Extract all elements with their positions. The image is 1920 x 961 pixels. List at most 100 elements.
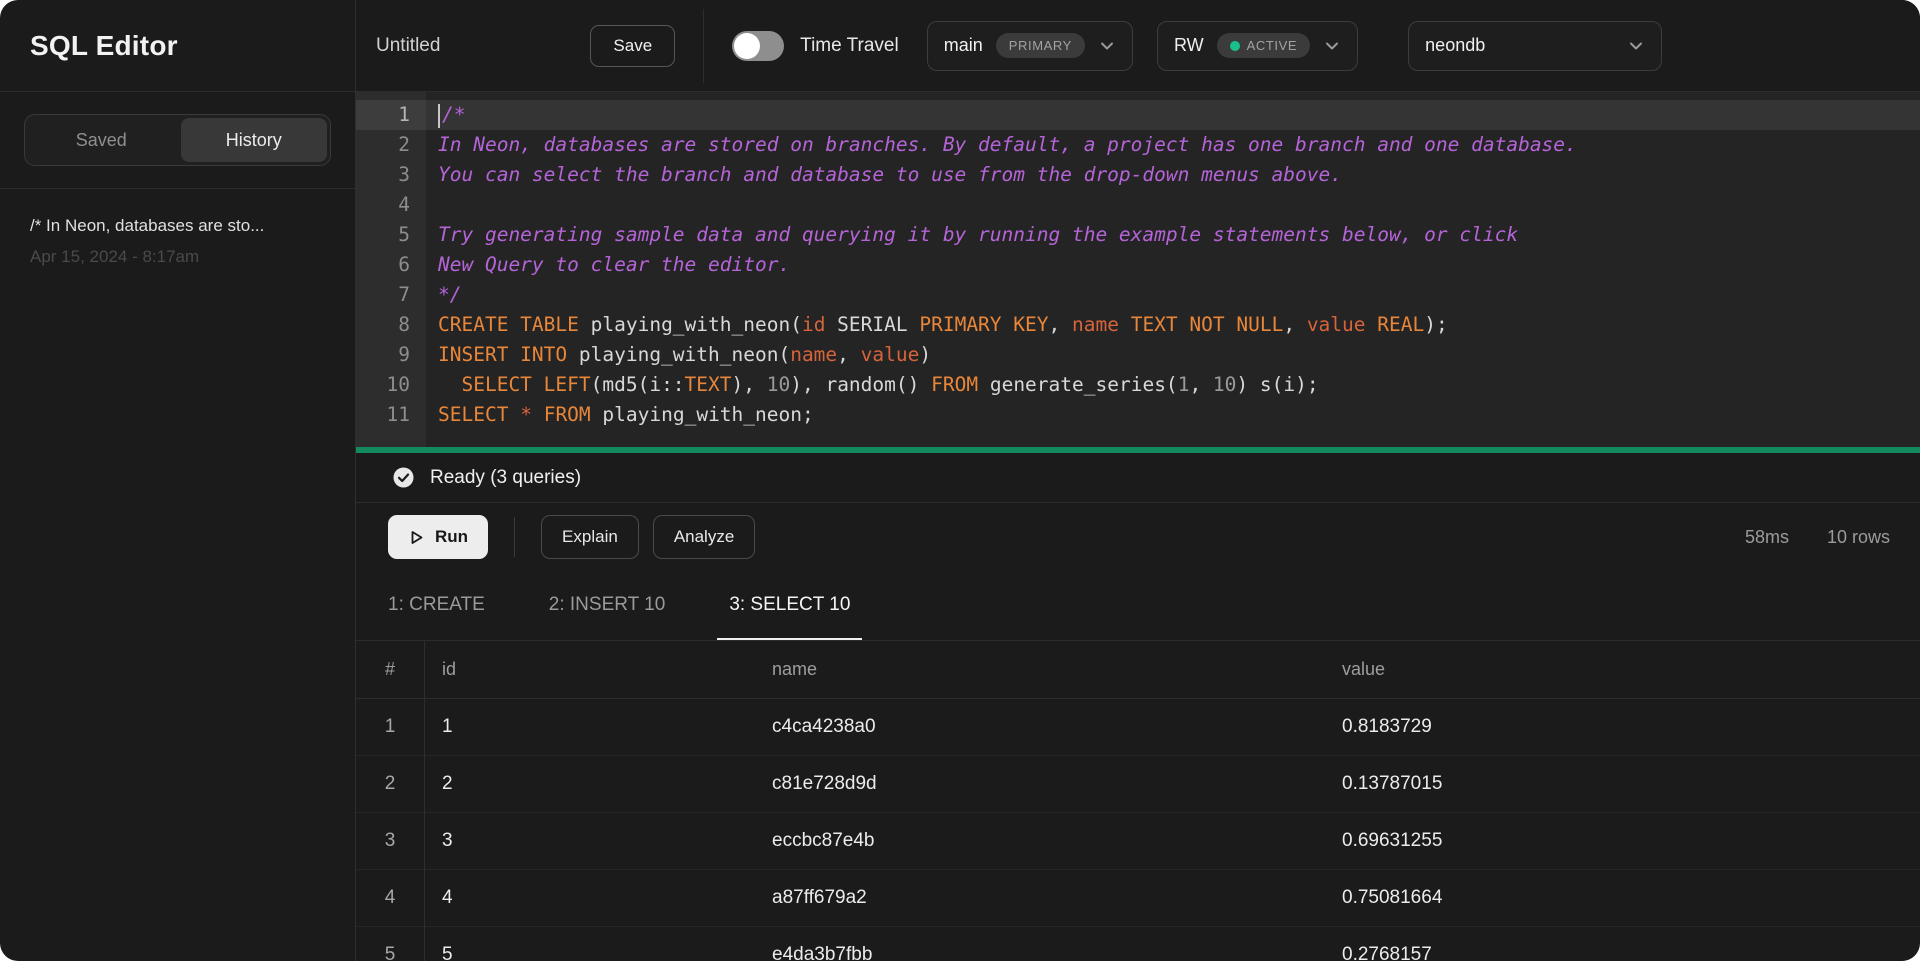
code-text: In Neon, databases are stored on branche… [426, 130, 1577, 160]
cell-index: 4 [356, 887, 424, 909]
cell-index: 5 [356, 944, 424, 961]
line-number: 3 [356, 160, 426, 190]
line-number: 10 [356, 370, 426, 400]
code-line[interactable]: 3You can select the branch and database … [356, 160, 1920, 190]
query-duration: 58ms [1745, 527, 1789, 548]
line-number: 5 [356, 220, 426, 250]
actions-divider [514, 517, 515, 557]
code-line[interactable]: 11SELECT * FROM playing_with_neon; [356, 400, 1920, 430]
table-row: 5 5 e4da3b7fbb 0.2768157 [356, 927, 1920, 961]
chevron-down-icon [1627, 37, 1645, 55]
time-travel-toggle[interactable] [732, 31, 784, 61]
topbar-divider [703, 9, 704, 83]
query-name: Untitled [376, 35, 440, 57]
code-text: SELECT LEFT(md5(i::TEXT), 10), random() … [426, 370, 1319, 400]
database-name: neondb [1425, 35, 1485, 56]
sidebar-header: SQL Editor [0, 0, 355, 92]
column-header-index: # [356, 659, 424, 680]
line-number: 7 [356, 280, 426, 310]
code-text: CREATE TABLE playing_with_neon(id SERIAL… [426, 310, 1448, 340]
code-text: INSERT INTO playing_with_neon(name, valu… [426, 340, 931, 370]
code-text [426, 190, 438, 220]
main-area: Untitled Save Time Travel main PRIMARY R… [356, 0, 1920, 961]
chevron-down-icon [1098, 37, 1116, 55]
cell-id: 3 [424, 830, 754, 852]
code-line[interactable]: 4 [356, 190, 1920, 220]
active-status-dot-icon [1230, 41, 1240, 51]
actions-row: Run Explain Analyze 58ms 10 rows [356, 503, 1920, 571]
line-number: 11 [356, 400, 426, 430]
tab-saved[interactable]: Saved [28, 118, 175, 162]
cell-value: 0.8183729 [1324, 716, 1920, 738]
chevron-down-icon [1323, 37, 1341, 55]
cell-index: 3 [356, 830, 424, 852]
save-button[interactable]: Save [590, 25, 675, 67]
compute-status-label: ACTIVE [1247, 38, 1298, 53]
text-cursor [438, 104, 440, 128]
code-lines: 1/*2In Neon, databases are stored on bra… [356, 100, 1920, 430]
column-header-id: id [424, 659, 754, 680]
run-button[interactable]: Run [388, 515, 488, 559]
page-title: SQL Editor [30, 30, 178, 62]
code-text: SELECT * FROM playing_with_neon; [426, 400, 814, 430]
table-header-row: # id name value [356, 641, 1920, 699]
line-number: 9 [356, 340, 426, 370]
column-header-value: value [1324, 659, 1920, 680]
history-list: /* In Neon, databases are sto... Apr 15,… [0, 189, 355, 293]
tab-history[interactable]: History [181, 118, 328, 162]
code-text: */ [426, 280, 461, 310]
column-header-name: name [754, 659, 1324, 680]
cell-name: a87ff679a2 [754, 887, 1324, 909]
cell-name: c4ca4238a0 [754, 716, 1324, 738]
cell-id: 5 [424, 944, 754, 961]
time-travel-label: Time Travel [800, 35, 899, 57]
code-line[interactable]: 8CREATE TABLE playing_with_neon(id SERIA… [356, 310, 1920, 340]
database-dropdown[interactable]: neondb [1408, 21, 1662, 71]
history-item-timestamp: Apr 15, 2024 - 8:17am [30, 247, 325, 267]
compute-dropdown[interactable]: RW ACTIVE [1157, 21, 1358, 71]
history-item[interactable]: /* In Neon, databases are sto... Apr 15,… [30, 215, 325, 267]
cell-value: 0.69631255 [1324, 830, 1920, 852]
cell-id: 4 [424, 887, 754, 909]
code-line[interactable]: 9INSERT INTO playing_with_neon(name, val… [356, 340, 1920, 370]
history-item-preview: /* In Neon, databases are sto... [30, 215, 325, 237]
result-tabs: 1: CREATE 2: INSERT 10 3: SELECT 10 [356, 571, 1920, 641]
cell-name: eccbc87e4b [754, 830, 1324, 852]
cell-value: 0.75081664 [1324, 887, 1920, 909]
cell-value: 0.2768157 [1324, 944, 1920, 961]
run-button-label: Run [435, 527, 468, 547]
result-tab-insert[interactable]: 2: INSERT 10 [537, 594, 678, 640]
code-line[interactable]: 2In Neon, databases are stored on branch… [356, 130, 1920, 160]
index-column-separator [424, 641, 425, 961]
table-row: 4 4 a87ff679a2 0.75081664 [356, 870, 1920, 927]
query-metrics: 58ms 10 rows [1745, 527, 1890, 548]
topbar: Untitled Save Time Travel main PRIMARY R… [356, 0, 1920, 92]
line-number: 2 [356, 130, 426, 160]
line-number: 6 [356, 250, 426, 280]
cell-id: 2 [424, 773, 754, 795]
sql-editor-window: SQL Editor Saved History /* In Neon, dat… [0, 0, 1920, 961]
code-line[interactable]: 1/* [356, 100, 1920, 130]
code-line[interactable]: 5Try generating sample data and querying… [356, 220, 1920, 250]
result-tab-create[interactable]: 1: CREATE [376, 594, 497, 640]
code-text: New Query to clear the editor. [426, 250, 790, 280]
code-line[interactable]: 6New Query to clear the editor. [356, 250, 1920, 280]
code-line[interactable]: 7*/ [356, 280, 1920, 310]
cell-value: 0.13787015 [1324, 773, 1920, 795]
branch-dropdown[interactable]: main PRIMARY [927, 21, 1133, 71]
code-text: You can select the branch and database t… [426, 160, 1342, 190]
cell-index: 1 [356, 716, 424, 738]
analyze-button[interactable]: Analyze [653, 515, 755, 559]
sidebar-tabs: Saved History [0, 92, 355, 189]
explain-button[interactable]: Explain [541, 515, 639, 559]
toggle-knob [734, 33, 760, 59]
cell-name: e4da3b7fbb [754, 944, 1324, 961]
line-number: 4 [356, 190, 426, 220]
code-editor[interactable]: 1/*2In Neon, databases are stored on bra… [356, 92, 1920, 447]
compute-status-badge: ACTIVE [1217, 33, 1311, 58]
status-row: Ready (3 queries) [356, 453, 1920, 503]
sidebar: SQL Editor Saved History /* In Neon, dat… [0, 0, 356, 961]
code-line[interactable]: 10 SELECT LEFT(md5(i::TEXT), 10), random… [356, 370, 1920, 400]
result-tab-select[interactable]: 3: SELECT 10 [717, 594, 862, 640]
results-table: # id name value 1 1 c4ca4238a0 0.8183729… [356, 641, 1920, 961]
